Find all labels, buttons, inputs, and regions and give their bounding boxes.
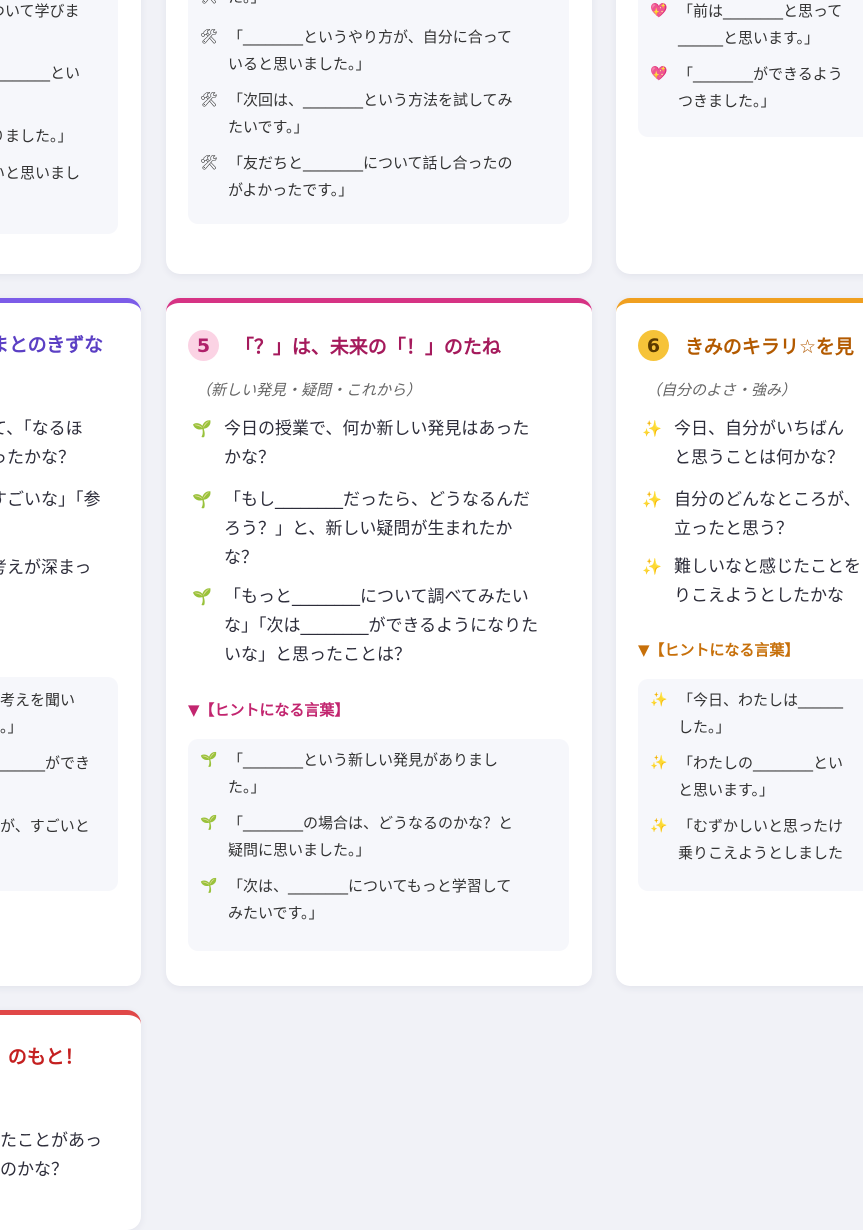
- hint-line: りました。」: [0, 127, 73, 145]
- hint-line: ついて学びま: [0, 2, 80, 20]
- question-item: ✨ 難しいなと感じたことを りこえようとしたかな: [642, 557, 861, 606]
- hint-item: 🌱 「________の場合は、どうなるのかな？と 疑問に思いました。」: [200, 814, 514, 859]
- question-line: すごいな」「参: [0, 490, 101, 510]
- tools-icon: 🛠: [200, 29, 218, 45]
- hint-box: 🌱 「________という新しい発見がありまし た。」 🌱 「________…: [188, 739, 569, 951]
- heart-icon: 💖: [650, 3, 668, 19]
- hint-line: ________とい: [0, 64, 81, 82]
- tools-icon: 🛠: [200, 92, 218, 108]
- card-title: 6 きみのキラリ☆を見: [638, 330, 854, 361]
- question-item: ✨ 自分のどんなところが、 立ったと思う？: [642, 490, 861, 539]
- card-top-right: 💖 「前は________と思って ______と思います。」 💖 「_____…: [616, 0, 863, 274]
- card-4: まとのきずな て、「なるほ ったかな？ すごいな」「参 考えが深まっ 考えを聞い…: [0, 298, 141, 986]
- sprout-icon: 🌱: [200, 878, 218, 894]
- question-item: 🌱 今日の授業で、何か新しい発見はあった かな？: [192, 419, 530, 468]
- hint-box: 🛠 た。」 🛠 「________というやり方が、自分に合って いると思いました…: [188, 0, 569, 224]
- hint-item: 🛠 「________というやり方が、自分に合って いると思いました。」: [200, 28, 512, 73]
- hint-item: 💖 「________ができるよう つきました。」: [650, 65, 843, 110]
- card-title: 5 「？」は、未来の「！」のたね: [188, 330, 501, 361]
- question-line: て、「なるほ: [0, 419, 83, 439]
- card-title: のもと！: [8, 1046, 84, 1068]
- sparkle-icon: ✨: [642, 419, 662, 438]
- sprout-icon: 🌱: [192, 419, 212, 438]
- sprout-icon: 🌱: [192, 490, 212, 509]
- hint-line: 。」: [0, 718, 23, 736]
- hint-box: ついて学びま ________とい りました。」 いと思いまし: [0, 0, 118, 234]
- sparkle-icon: ✨: [650, 818, 668, 834]
- hint-item: 🛠 「次回は、________という方法を試してみ たいです。」: [200, 91, 513, 136]
- card-6: 6 きみのキラリ☆を見 （自分のよさ・強み） ✨ 今日、自分がいちばん と思うこ…: [616, 298, 863, 986]
- hint-line: が、すごいと: [0, 817, 90, 835]
- card-top-mid: 🛠 た。」 🛠 「________というやり方が、自分に合って いると思いました…: [166, 0, 592, 274]
- sparkle-icon: ✨: [642, 490, 662, 509]
- sparkle-icon: ✨: [650, 692, 668, 708]
- hint-item: ✨ 「わたしの________とい と思います。」: [650, 754, 844, 799]
- tools-icon: 🛠: [200, 0, 218, 5]
- hint-line: いと思いまし: [0, 164, 81, 182]
- sprout-icon: 🌱: [200, 752, 218, 768]
- question-line: ったかな？: [0, 448, 75, 468]
- hint-item: 🌱 「________という新しい発見がありまし た。」: [200, 751, 499, 796]
- hint-box: ✨ 「今日、わたしは______ した。」 ✨ 「わたしの________とい …: [638, 679, 863, 891]
- card-subtitle: （自分のよさ・強み）: [646, 381, 797, 399]
- sprout-icon: 🌱: [192, 587, 212, 606]
- card-number-badge: 5: [188, 330, 219, 361]
- hint-line: ______ができ: [0, 754, 91, 772]
- question-line: たことがあっ: [0, 1131, 102, 1151]
- card-7: のもと！ たことがあっ のかな？: [0, 1010, 141, 1230]
- tools-icon: 🛠: [200, 155, 218, 171]
- hint-item: ✨ 「今日、わたしは______ した。」: [650, 691, 844, 736]
- sparkle-icon: ✨: [650, 755, 668, 771]
- card-top-left: ついて学びま ________とい りました。」 いと思いまし: [0, 0, 141, 274]
- sparkle-icon: ✨: [642, 557, 662, 576]
- question-line: 考えが深まっ: [0, 558, 92, 578]
- card-title-text: きみのキラリ☆を見: [685, 336, 855, 358]
- sprout-icon: 🌱: [200, 815, 218, 831]
- hint-item: 💖 「前は________と思って ______と思います。」: [650, 2, 843, 47]
- card-subtitle: （新しい発見・疑問・これから）: [196, 381, 422, 399]
- card-5: 5 「？」は、未来の「！」のたね （新しい発見・疑問・これから） 🌱 今日の授業…: [166, 298, 592, 986]
- card-title-text: 「？」は、未来の「！」のたね: [235, 336, 502, 358]
- question-line: のかな？: [0, 1160, 68, 1180]
- hint-box: 💖 「前は________と思って ______と思います。」 💖 「_____…: [638, 0, 863, 137]
- hint-box: 考えを聞い 。」 ______ができ が、すごいと: [0, 677, 118, 891]
- hint-item: 🛠 た。」: [200, 0, 266, 11]
- hint-toggle[interactable]: ▼【ヒントになる言葉】: [188, 699, 350, 720]
- card-title: まとのきずな: [0, 334, 104, 356]
- hint-toggle[interactable]: ▼【ヒントになる言葉】: [638, 639, 800, 660]
- heart-icon: 💖: [650, 66, 668, 82]
- hint-item: 🛠 「友だちと________について話し合ったの がよかったです。」: [200, 154, 513, 199]
- question-item: 🌱 「もし________だったら、どうなるんだ ろう？」と、新しい疑問が生まれ…: [192, 490, 530, 568]
- hint-line: 考えを聞い: [0, 691, 76, 709]
- hint-item: 🌱 「次は、________についてもっと学習して みたいです。」: [200, 877, 512, 922]
- question-item: 🌱 「もっと________について調べてみたい な」「次は________がで…: [192, 587, 539, 665]
- card-number-badge: 6: [638, 330, 669, 361]
- question-item: ✨ 今日、自分がいちばん と思うことは何かな？: [642, 419, 844, 468]
- hint-item: ✨ 「むずかしいと思ったけ 乗りこえようとしました: [650, 817, 844, 862]
